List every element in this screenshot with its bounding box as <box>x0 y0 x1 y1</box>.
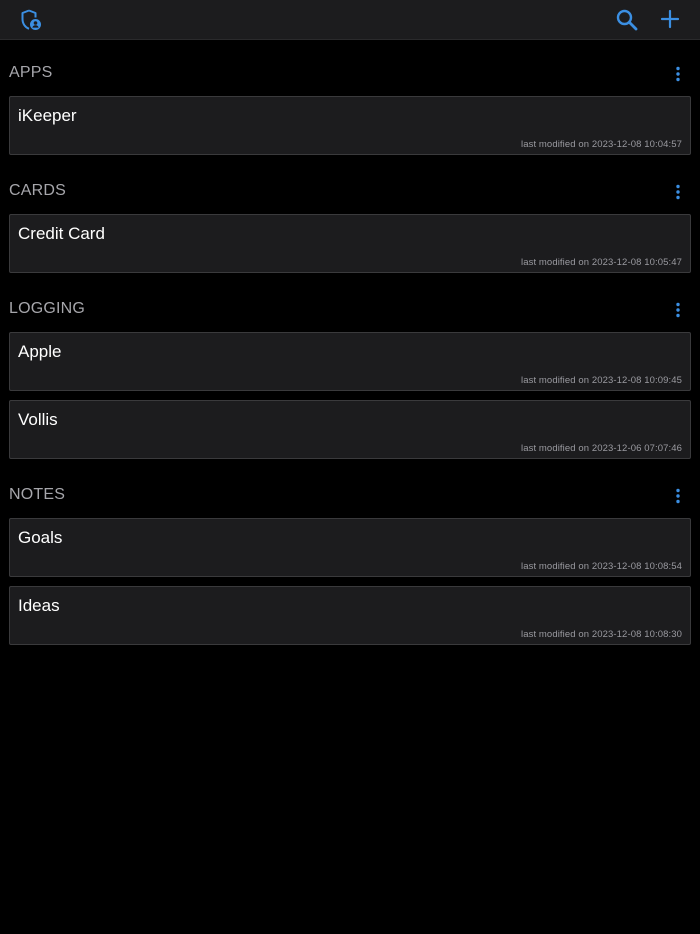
section-header-notes: NOTES <box>0 480 700 510</box>
section-title: NOTES <box>9 486 66 503</box>
top-toolbar <box>0 0 700 40</box>
item-modified-date: last modified on 2023-12-08 10:08:54 <box>521 561 682 572</box>
list-item[interactable]: Ideas last modified on 2023-12-08 10:08:… <box>9 586 691 645</box>
section-header-logging: LOGGING <box>0 294 700 324</box>
item-title: Vollis <box>18 410 58 429</box>
shield-person-icon[interactable] <box>19 8 43 32</box>
plus-icon[interactable] <box>658 7 682 31</box>
item-modified-date: last modified on 2023-12-08 10:09:45 <box>521 375 682 386</box>
list-item[interactable]: Credit Card last modified on 2023-12-08 … <box>9 214 691 273</box>
list-item[interactable]: iKeeper last modified on 2023-12-08 10:0… <box>9 96 691 155</box>
more-vertical-icon[interactable] <box>668 300 688 320</box>
item-modified-date: last modified on 2023-12-08 10:08:30 <box>521 629 682 640</box>
item-title: Apple <box>18 342 62 361</box>
more-vertical-icon[interactable] <box>668 64 688 84</box>
item-title: Credit Card <box>18 224 105 243</box>
more-vertical-icon[interactable] <box>668 182 688 202</box>
section-header-apps: APPS <box>0 58 700 88</box>
list-item[interactable]: Apple last modified on 2023-12-08 10:09:… <box>9 332 691 391</box>
more-vertical-icon[interactable] <box>668 486 688 506</box>
item-modified-date: last modified on 2023-12-06 07:07:46 <box>521 443 682 454</box>
section-title: APPS <box>9 64 53 81</box>
section-title: LOGGING <box>9 300 86 317</box>
section-title: CARDS <box>9 182 67 199</box>
list-item[interactable]: Vollis last modified on 2023-12-06 07:07… <box>9 400 691 459</box>
list-item[interactable]: Goals last modified on 2023-12-08 10:08:… <box>9 518 691 577</box>
item-modified-date: last modified on 2023-12-08 10:05:47 <box>521 257 682 268</box>
item-title: Goals <box>18 528 63 547</box>
item-title: iKeeper <box>18 106 77 125</box>
item-title: Ideas <box>18 596 60 615</box>
section-header-cards: CARDS <box>0 176 700 206</box>
search-icon[interactable] <box>615 8 639 32</box>
item-modified-date: last modified on 2023-12-08 10:04:57 <box>521 139 682 150</box>
